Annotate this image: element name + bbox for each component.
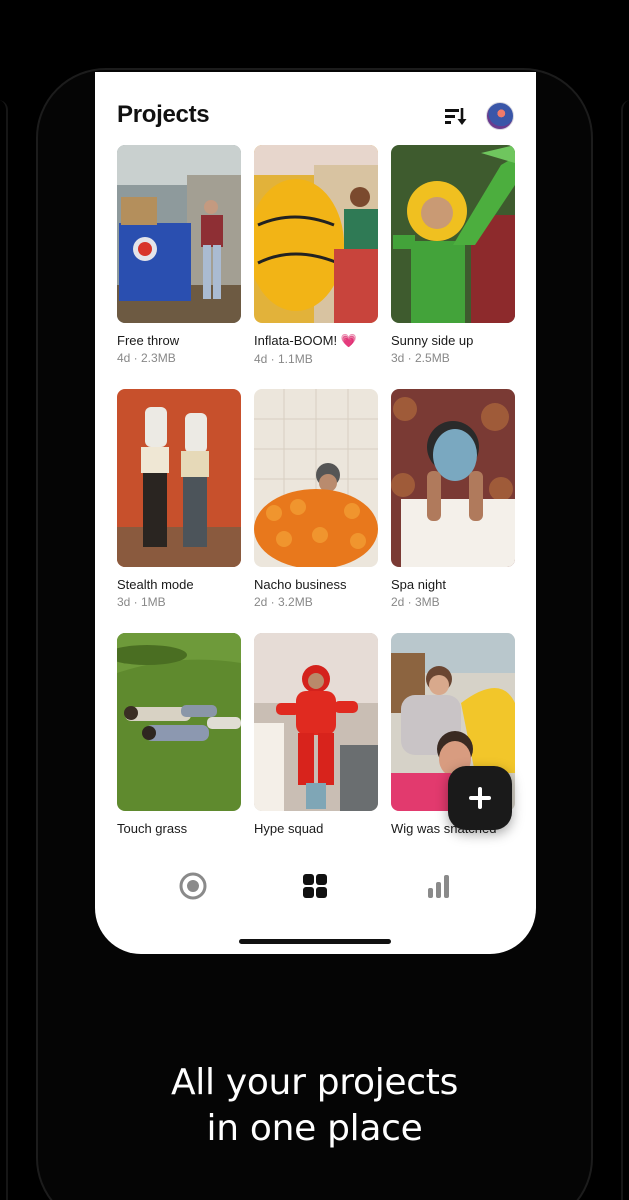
project-thumbnail[interactable] [254, 145, 378, 323]
marketing-caption: All your projects in one place [0, 1060, 629, 1152]
bottom-nav [95, 868, 536, 904]
project-title: Spa night [391, 577, 446, 592]
adjacent-phone-right-edge [621, 100, 629, 1200]
home-indicator [239, 939, 391, 944]
record-icon [179, 872, 207, 900]
project-card[interactable]: Touch grass [117, 633, 241, 836]
nav-stats[interactable] [420, 868, 456, 904]
project-title: Sunny side up [391, 333, 474, 348]
project-title: Nacho business [254, 577, 347, 592]
project-thumbnail[interactable] [391, 389, 515, 567]
project-meta: 2d · 3.2MB [254, 595, 313, 609]
project-thumbnail[interactable] [254, 633, 378, 811]
project-thumbnail[interactable] [391, 145, 515, 323]
stats-bars-icon [428, 875, 449, 898]
project-thumbnail[interactable] [117, 145, 241, 323]
project-card[interactable]: Sunny side up 3d · 2.5MB [391, 145, 515, 365]
nav-record[interactable] [175, 868, 211, 904]
project-card[interactable]: Nacho business 2d · 3.2MB [254, 389, 378, 609]
sort-descending-icon[interactable] [443, 105, 467, 129]
caption-line-2: in one place [206, 1108, 423, 1149]
project-card[interactable]: Spa night 2d · 3MB [391, 389, 515, 609]
header: Projects [95, 72, 536, 144]
project-meta: 4d · 2.3MB [117, 351, 176, 365]
project-meta: 4d · 1.1MB [254, 352, 313, 366]
project-title: Hype squad [254, 821, 324, 836]
projects-grid-icon [303, 874, 327, 898]
project-thumbnail[interactable] [117, 633, 241, 811]
project-meta: 3d · 2.5MB [391, 351, 450, 365]
app-screen: Projects Free throw 4d · 2.3MB Inflata-B… [95, 72, 536, 954]
project-meta: 3d · 1MB [117, 595, 166, 609]
plus-icon [469, 787, 491, 809]
project-card[interactable]: Free throw 4d · 2.3MB [117, 145, 241, 365]
project-card[interactable]: Stealth mode 3d · 1MB [117, 389, 241, 609]
project-card[interactable]: Hype squad [254, 633, 378, 836]
profile-avatar[interactable] [486, 102, 514, 130]
new-project-button[interactable] [448, 766, 512, 830]
nav-projects[interactable] [297, 868, 333, 904]
project-title: Stealth mode [117, 577, 194, 592]
project-title: Inflata-BOOM! 💗 [254, 333, 357, 348]
project-thumbnail[interactable] [117, 389, 241, 567]
page-title: Projects [117, 101, 210, 128]
project-title: Touch grass [117, 821, 188, 836]
adjacent-phone-left-edge [0, 100, 8, 1200]
project-thumbnail[interactable] [254, 389, 378, 567]
project-card[interactable]: Inflata-BOOM! 💗 4d · 1.1MB [254, 145, 378, 366]
project-title: Free throw [117, 333, 180, 348]
caption-line-1: All your projects [170, 1062, 459, 1103]
project-meta: 2d · 3MB [391, 595, 440, 609]
